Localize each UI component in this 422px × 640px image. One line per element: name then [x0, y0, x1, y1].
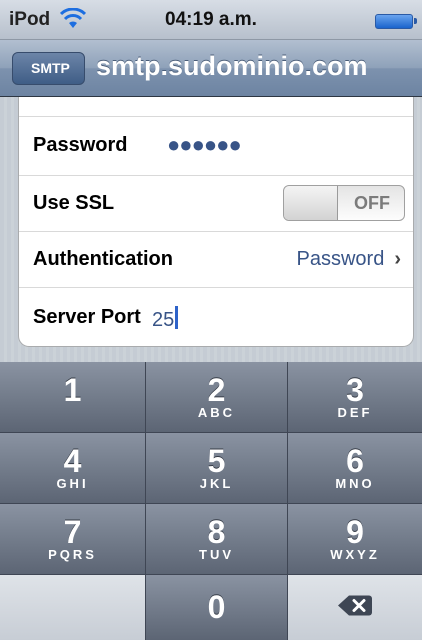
key-number: 5 — [207, 443, 226, 479]
server-port-value: 25 — [152, 309, 175, 331]
list-item-partial[interactable] — [19, 97, 413, 116]
key-letters: MNO — [335, 476, 375, 491]
battery-icon — [375, 14, 417, 29]
key-1[interactable]: 1 — [0, 362, 146, 433]
key-6[interactable]: 6 MNO — [288, 433, 422, 504]
clock: 04:19 a.m. — [165, 9, 257, 30]
settings-group: Password ●●●●●● Use SSL OFF Authenticati… — [18, 97, 414, 347]
key-4[interactable]: 4 GHI — [0, 433, 146, 504]
text-cursor — [175, 306, 179, 329]
key-letters: DEF — [337, 405, 373, 420]
key-number: 7 — [63, 514, 82, 550]
list-item-authentication[interactable]: Authentication Password › — [19, 231, 413, 287]
chevron-right-icon: › — [394, 248, 401, 270]
key-number: 0 — [207, 589, 226, 625]
key-letters: ABC — [197, 405, 236, 420]
key-letters: GHI — [56, 476, 89, 491]
key-number: 8 — [207, 514, 226, 550]
key-number: 3 — [346, 372, 364, 408]
backspace-icon — [337, 593, 373, 622]
key-7[interactable]: 7 PQRS — [0, 504, 146, 575]
numeric-keypad: 1 2 ABC 3 DEF 4 GHI 5 JKL 6 MNO 7 PQRS 8… — [0, 362, 422, 640]
key-number: 9 — [346, 514, 364, 550]
navigation-bar: SMTP smtp.sudominio.com — [0, 40, 422, 97]
key-number: 1 — [63, 372, 82, 408]
key-letters: PQRS — [48, 547, 97, 562]
key-2[interactable]: 2 ABC — [146, 362, 288, 433]
key-number: 2 — [207, 372, 226, 408]
key-3[interactable]: 3 DEF — [288, 362, 422, 433]
ssl-toggle[interactable]: OFF — [283, 185, 405, 221]
authentication-label: Authentication — [33, 248, 173, 270]
use-ssl-label: Use SSL — [33, 192, 115, 214]
toggle-knob — [284, 186, 338, 220]
back-button-label: SMTP — [31, 60, 70, 76]
back-button[interactable]: SMTP — [12, 52, 85, 85]
key-0[interactable]: 0 — [146, 575, 288, 640]
list-item-use-ssl[interactable]: Use SSL OFF — [19, 175, 413, 231]
key-number: 4 — [63, 443, 82, 479]
key-number: 6 — [346, 443, 364, 479]
password-label: Password — [33, 134, 128, 156]
key-blank — [0, 575, 146, 640]
page-title: smtp.sudominio.com — [96, 51, 368, 81]
list-item-server-port[interactable]: Server Port 25 — [19, 287, 413, 346]
key-letters: WXYZ — [330, 547, 380, 562]
delete-key[interactable] — [288, 575, 422, 640]
key-letters: TUV — [199, 547, 234, 562]
key-5[interactable]: 5 JKL — [146, 433, 288, 504]
password-field[interactable]: ●●●●●● — [167, 132, 242, 158]
server-port-label: Server Port — [33, 306, 141, 328]
key-9[interactable]: 9 WXYZ — [288, 504, 422, 575]
server-port-input[interactable]: 25 — [152, 306, 179, 332]
key-letters: JKL — [199, 476, 234, 491]
authentication-value: Password — [296, 248, 385, 270]
toggle-state-label: OFF — [354, 193, 390, 213]
key-8[interactable]: 8 TUV — [146, 504, 288, 575]
list-item-password[interactable]: Password ●●●●●● — [19, 116, 413, 175]
authentication-value-wrap: Password › — [297, 248, 401, 271]
status-bar: iPod 04:19 a.m. — [0, 0, 422, 40]
